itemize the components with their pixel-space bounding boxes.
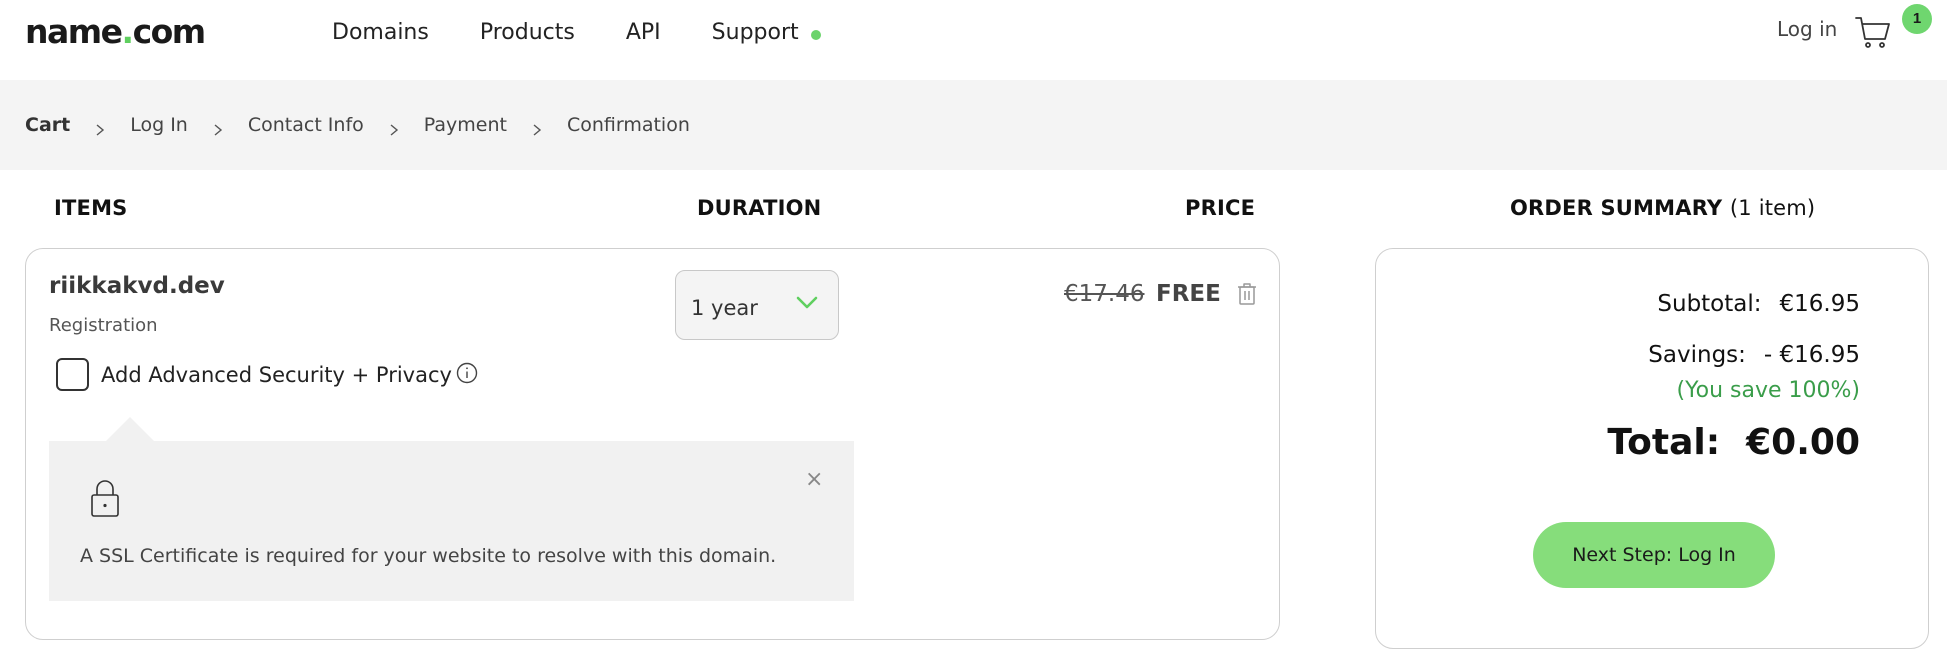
tooltip-pointer bbox=[106, 417, 154, 441]
logo-dot: . bbox=[121, 12, 135, 51]
duration-value: 1 year bbox=[691, 296, 758, 320]
savings-value: - €16.95 bbox=[1763, 342, 1860, 368]
security-privacy-label[interactable]: Add Advanced Security + Privacy bbox=[101, 361, 452, 389]
login-link[interactable]: Log in bbox=[1777, 16, 1837, 42]
nav-api[interactable]: API bbox=[626, 18, 661, 48]
savings-percent: (You save 100%) bbox=[1676, 378, 1860, 403]
checkout-progress-bar: Cart Log In Contact Info Payment Confirm… bbox=[0, 80, 1947, 170]
order-summary-count: (1 item) bbox=[1729, 196, 1816, 220]
breadcrumb: Cart Log In Contact Info Payment Confirm… bbox=[25, 112, 690, 138]
nav-support[interactable]: Support bbox=[711, 18, 821, 48]
site-header: name.com Domains Products API Support Lo… bbox=[0, 0, 1947, 80]
close-icon[interactable]: × bbox=[805, 469, 823, 491]
chevron-right-icon bbox=[531, 119, 543, 136]
order-summary-card: Subtotal: €16.95 Savings: - €16.95 (You sa… bbox=[1375, 248, 1929, 649]
logo[interactable]: name.com bbox=[25, 10, 207, 54]
cart-count-badge[interactable]: 1 bbox=[1902, 4, 1932, 34]
total-row: Total: €0.00 bbox=[1607, 421, 1860, 465]
info-icon[interactable] bbox=[456, 362, 478, 384]
breadcrumb-cart[interactable]: Cart bbox=[25, 112, 70, 138]
logo-tld: com bbox=[132, 12, 207, 51]
chevron-right-icon bbox=[388, 119, 400, 136]
duration-column-header: DURATION bbox=[697, 196, 822, 220]
security-privacy-checkbox[interactable] bbox=[56, 358, 89, 391]
order-summary-header: ORDER SUMMARY (1 item) bbox=[1510, 195, 1815, 221]
support-status-dot bbox=[810, 30, 821, 40]
nav-products[interactable]: Products bbox=[480, 18, 575, 48]
nav-domains[interactable]: Domains bbox=[332, 18, 429, 48]
chevron-right-icon bbox=[94, 119, 106, 136]
subtotal-row: Subtotal: €16.95 bbox=[1657, 289, 1860, 319]
original-price: €17.46 bbox=[1064, 281, 1145, 307]
domain-product-type: Registration bbox=[49, 315, 158, 336]
lock-icon bbox=[89, 478, 121, 518]
ssl-notice: × A SSL Certificate is required for your… bbox=[49, 441, 854, 601]
subtotal-label: Subtotal: bbox=[1657, 291, 1762, 317]
items-column-header: ITEMS bbox=[54, 196, 128, 220]
ssl-notice-text: A SSL Certificate is required for your w… bbox=[80, 545, 777, 567]
savings-row: Savings: - €16.95 bbox=[1648, 340, 1860, 370]
shopping-cart-icon[interactable] bbox=[1854, 12, 1892, 50]
discounted-price: FREE bbox=[1156, 281, 1221, 307]
subtotal-value: €16.95 bbox=[1779, 291, 1860, 317]
breadcrumb-contact-info[interactable]: Contact Info bbox=[248, 112, 364, 138]
next-step-login-button[interactable]: Next Step: Log In bbox=[1533, 522, 1775, 588]
logo-text: name bbox=[25, 12, 123, 51]
breadcrumb-payment[interactable]: Payment bbox=[424, 112, 507, 138]
duration-select[interactable]: 1 year bbox=[675, 270, 839, 340]
order-summary-title: ORDER SUMMARY bbox=[1510, 196, 1723, 220]
breadcrumb-login[interactable]: Log In bbox=[130, 112, 188, 138]
price-column-header: PRICE bbox=[1185, 196, 1256, 220]
breadcrumb-confirmation[interactable]: Confirmation bbox=[567, 112, 690, 138]
main-nav: Domains Products API Support bbox=[332, 18, 821, 48]
savings-label: Savings: bbox=[1648, 342, 1746, 368]
cart-item-card: riikkakvd.dev Registration 1 year €17.46… bbox=[25, 248, 1280, 640]
domain-name: riikkakvd.dev bbox=[49, 273, 225, 299]
chevron-down-icon bbox=[796, 296, 818, 309]
total-value: €0.00 bbox=[1746, 422, 1860, 463]
trash-icon[interactable] bbox=[1236, 282, 1258, 306]
nav-support-label: Support bbox=[711, 20, 799, 45]
chevron-right-icon bbox=[212, 119, 224, 136]
total-label: Total: bbox=[1607, 422, 1721, 463]
